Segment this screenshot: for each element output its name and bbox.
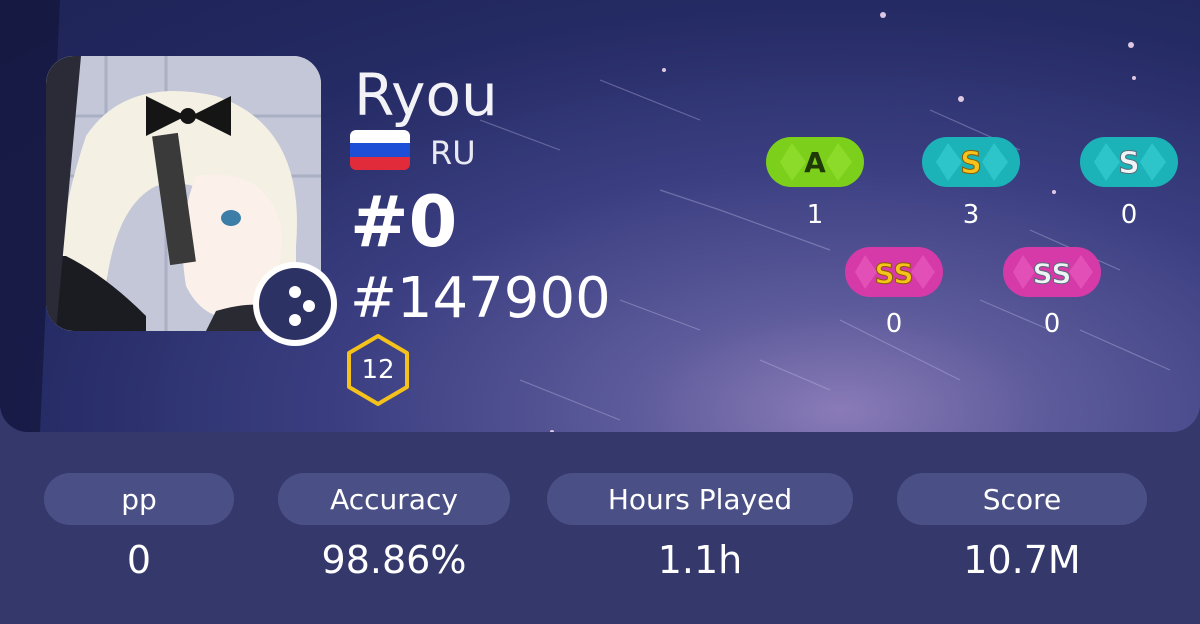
grade-ssh-label: SS <box>1032 257 1071 290</box>
grade-s-count: 3 <box>962 200 980 230</box>
grade-a-label: A <box>804 146 826 179</box>
grade-ss-badge: SS <box>845 247 943 297</box>
stat-label-hours-played: Hours Played <box>547 473 853 525</box>
grade-s-label: S <box>960 146 982 181</box>
grade-a-badge: A <box>766 137 864 187</box>
grade-ss-count: 0 <box>885 309 903 339</box>
grade-s-badge: S <box>922 137 1020 187</box>
stat-label-score: Score <box>897 473 1147 525</box>
global-rank: #0 <box>350 181 458 263</box>
stat-value-hours-played: 1.1h <box>657 538 743 582</box>
grade-ss-label: SS <box>874 257 913 290</box>
grade-ssh-count: 0 <box>1043 309 1061 339</box>
grade-sh-badge: S <box>1080 137 1178 187</box>
profile-banner: Ryou RU #0 #147900 12 A 1 S 3 S 0 SS 0 S… <box>0 0 1200 432</box>
stat-value-score: 10.7M <box>963 538 1081 582</box>
stat-label-accuracy: Accuracy <box>278 473 510 525</box>
stat-value-accuracy: 98.86% <box>321 538 467 582</box>
stat-label-pp: pp <box>44 473 234 525</box>
grade-a-count: 1 <box>806 200 824 230</box>
grade-sh-count: 0 <box>1120 200 1138 230</box>
osu-catch-icon <box>253 262 337 346</box>
username: Ryou <box>354 61 498 129</box>
country-code: RU <box>430 134 476 172</box>
stat-value-pp: 0 <box>126 538 152 582</box>
level-value: 12 <box>361 355 395 385</box>
grade-sh-label: S <box>1118 146 1140 181</box>
russia-flag-icon <box>350 130 410 170</box>
grade-ssh-badge: SS <box>1003 247 1101 297</box>
country-rank: #147900 <box>350 266 611 331</box>
